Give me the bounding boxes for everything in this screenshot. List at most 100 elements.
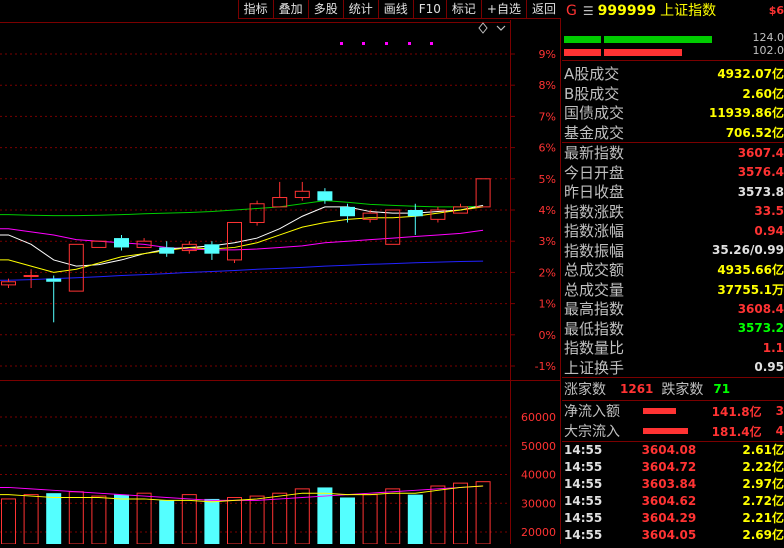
pct-tick-label: 5% xyxy=(539,173,556,186)
stat-label: 上证换手 xyxy=(562,357,624,378)
pct-tick-label: 3% xyxy=(539,235,556,248)
stat-value: 4935.66亿 xyxy=(717,261,784,278)
tick-price: 3603.84 xyxy=(642,476,743,493)
tick-row[interactable]: 14:553604.722.22亿 xyxy=(562,459,784,476)
tick-vol: 2.97亿 xyxy=(742,476,784,493)
chevron-down-icon[interactable] xyxy=(497,26,505,30)
volume-bar xyxy=(386,489,400,544)
stat-label: B股成交 xyxy=(562,83,619,104)
tick-price: 3604.29 xyxy=(642,510,743,527)
stat-row: 最新指数3607.4 xyxy=(562,143,784,163)
toolbar-button[interactable]: 多股 xyxy=(308,0,343,19)
volume-bar xyxy=(24,495,38,544)
toolbar-button[interactable]: 画线 xyxy=(378,0,413,19)
candle xyxy=(476,179,490,207)
volume-tick-label: 20000 xyxy=(521,526,556,539)
kline-chart-area[interactable]: 9%8%7%6%5%4%3%2%1%0%-1% 6000050000400003… xyxy=(0,0,561,544)
tick-vol: 2.72亿 xyxy=(742,493,784,510)
flow-extra: 3 xyxy=(776,404,784,418)
flow-extra: 4 xyxy=(776,424,784,438)
volume-bars xyxy=(2,482,491,544)
tick-price: 3604.62 xyxy=(642,493,743,510)
pct-tick-label: 2% xyxy=(539,266,556,279)
candle xyxy=(159,241,174,257)
tick-row[interactable]: 14:553604.082.61亿 xyxy=(562,442,784,459)
stat-label: 最低指数 xyxy=(562,318,624,339)
tick-row[interactable]: 14:553604.622.72亿 xyxy=(562,493,784,510)
flow-bar xyxy=(643,428,687,434)
stat-row: B股成交 2.60亿 xyxy=(562,84,784,104)
tick-row[interactable]: 14:553604.052.69亿 xyxy=(562,527,784,544)
toolbar-button[interactable]: 指标 xyxy=(238,0,273,19)
kline-chart[interactable]: 9%8%7%6%5%4%3%2%1%0%-1% 6000050000400003… xyxy=(0,0,561,544)
tick-time: 14:55 xyxy=(562,493,642,510)
pct-axis: 9%8%7%6%5%4%3%2%1%0%-1% xyxy=(510,48,556,373)
tick-time: 14:55 xyxy=(562,459,642,476)
tick-vol: 2.61亿 xyxy=(742,442,784,459)
toolbar-button[interactable]: 标记 xyxy=(446,0,481,19)
candle xyxy=(92,241,106,247)
volume-bar xyxy=(114,495,129,544)
stat-row: 指数涨跌33.5 xyxy=(562,202,784,222)
stat-row: 今日开盘3576.4 xyxy=(562,163,784,183)
volume-bar xyxy=(182,495,196,544)
tick-list[interactable]: 14:553604.082.61亿14:553604.722.22亿14:553… xyxy=(562,442,784,544)
group-tag[interactable]: G xyxy=(566,3,577,19)
tick-row[interactable]: 14:553603.842.97亿 xyxy=(562,476,784,493)
stat-row: 最低指数 3573.2 xyxy=(562,319,784,339)
strength-value-bottom: 102.0 xyxy=(753,44,784,57)
pct-tick-label: -1% xyxy=(535,360,556,373)
stat-value: 2.60亿 xyxy=(742,85,784,102)
stat-value: 35.26/0.99 xyxy=(712,243,784,257)
tick-row[interactable]: 14:553604.292.21亿 xyxy=(562,510,784,527)
candles xyxy=(2,179,491,323)
advance-decline: 涨家数 1261 跌家数 71 xyxy=(562,378,784,400)
stat-row: 总成交额4935.66亿 xyxy=(562,260,784,280)
stat-row: 国债成交11939.86亿 xyxy=(562,103,784,123)
pct-tick-label: 4% xyxy=(539,204,556,217)
stat-label: 基金成交 xyxy=(562,122,624,143)
stat-row: 最高指数3608.4 xyxy=(562,299,784,319)
event-markers xyxy=(340,42,433,45)
candle xyxy=(386,210,400,244)
volume-bar xyxy=(273,493,287,544)
toolbar-button[interactable]: 返回 xyxy=(526,0,561,19)
strength-value-top: 124.0 xyxy=(753,31,784,44)
advance-count: 1261 xyxy=(620,382,653,396)
volume-bar xyxy=(340,498,355,545)
pct-tick-label: 6% xyxy=(539,142,556,155)
volume-tick-label: 50000 xyxy=(521,440,556,453)
stat-row: A股成交4932.07亿 xyxy=(562,64,784,84)
stat-value: 3573.2 xyxy=(738,321,784,335)
toolbar-button[interactable]: +自选 xyxy=(481,0,526,19)
stat-value: 0.95 xyxy=(754,360,784,374)
flow-label: 大宗流入 xyxy=(562,421,641,441)
candle xyxy=(431,207,445,223)
volume-bar xyxy=(408,495,423,544)
toolbar-button[interactable]: 统计 xyxy=(343,0,378,19)
panel-header: G☰999999上证指数 $6 xyxy=(562,0,784,22)
fund-flows: 净流入额141.8亿3大宗流入181.4亿4 xyxy=(562,401,784,441)
tick-time: 14:55 xyxy=(562,510,642,527)
stat-label: 昨日收盘 xyxy=(562,181,624,202)
flow-row: 大宗流入181.4亿4 xyxy=(562,421,784,441)
index-quote: 最新指数3607.4今日开盘3576.4昨日收盘3573.8指数涨跌33.5指数… xyxy=(562,143,784,377)
tick-time: 14:55 xyxy=(562,527,642,544)
volume-tick-label: 30000 xyxy=(521,497,556,510)
diamond-icon[interactable] xyxy=(479,23,487,33)
stat-label: 指数涨跌 xyxy=(562,201,624,222)
flow-row: 净流入额141.8亿3 xyxy=(562,401,784,421)
volume-bar xyxy=(46,493,61,544)
toolbar-button[interactable]: 叠加 xyxy=(273,0,308,19)
stat-label: 指数涨幅 xyxy=(562,220,624,241)
toolbar-button[interactable]: F10 xyxy=(413,0,446,19)
stat-value: 11939.86亿 xyxy=(709,104,784,121)
volume-bar xyxy=(476,482,490,544)
pct-tick-label: 9% xyxy=(539,48,556,61)
tick-price: 3604.72 xyxy=(642,459,743,476)
stat-row: 基金成交706.52亿 xyxy=(562,123,784,143)
menu-icon[interactable]: ☰ xyxy=(583,4,594,18)
decline-label: 跌家数 xyxy=(661,379,703,399)
stat-label: 指数振幅 xyxy=(562,240,624,261)
pct-tick-label: 0% xyxy=(539,329,556,342)
